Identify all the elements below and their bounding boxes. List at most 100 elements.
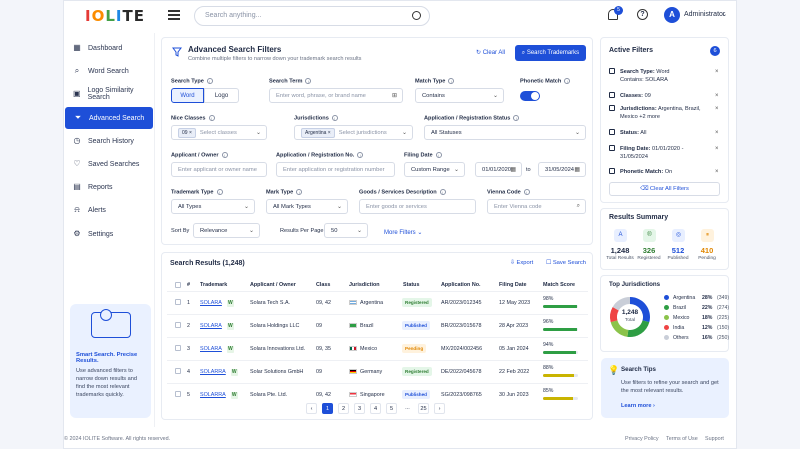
- trademark-link[interactable]: SOLARRA: [200, 369, 226, 375]
- remove-filter-icon[interactable]: ×: [715, 93, 719, 99]
- terms-link[interactable]: Terms of Use: [666, 436, 698, 442]
- col-header-filing-date[interactable]: Filing Date: [499, 282, 527, 288]
- mark-type-select[interactable]: All Mark Types ⌄: [266, 199, 348, 214]
- jurisdiction-chip[interactable]: Argentina ×: [301, 127, 335, 138]
- table-row[interactable]: 4 SOLARRA W Solar Solutions GmbH 09 Germa…: [167, 360, 588, 383]
- avatar[interactable]: A: [664, 7, 680, 23]
- nice-classes-select[interactable]: 09 × Select classes ⌄: [171, 125, 267, 140]
- col-header-appno[interactable]: Application No.: [441, 282, 481, 288]
- page-button[interactable]: 25: [418, 403, 429, 414]
- date-to-input[interactable]: 31/05/2024 ▦: [538, 162, 586, 177]
- sidebar-item-saved-searches[interactable]: ♡ Saved Searches: [64, 153, 155, 175]
- search-trademarks-button[interactable]: ⌕ Search Trademarks: [515, 45, 586, 61]
- jurisdictions-donut-chart: [610, 297, 650, 337]
- sidebar-item-advanced-search[interactable]: ⏷ Advanced Search: [65, 107, 153, 129]
- vienna-input[interactable]: Enter Vienna code ⌕: [487, 199, 586, 214]
- trademark-cell[interactable]: SOLARRA W: [200, 392, 238, 399]
- page-button[interactable]: 3: [354, 403, 365, 414]
- grid-icon: ▦: [73, 43, 81, 52]
- trademark-cell[interactable]: SOLARRA W: [200, 369, 238, 376]
- sidebar-item-alerts[interactable]: ⍾ Alerts: [64, 199, 155, 221]
- match-type-select[interactable]: Contains ⌄: [415, 88, 504, 103]
- col-header-jurisdiction[interactable]: Jurisdiction: [349, 282, 380, 288]
- search-term-input[interactable]: Enter word, phrase, or brand name ⊞: [269, 88, 403, 103]
- save-search-button[interactable]: ☐ Save Search: [546, 260, 586, 266]
- row-checkbox[interactable]: [175, 345, 181, 351]
- date-from-input[interactable]: 01/01/2020 ▦: [475, 162, 522, 177]
- trademark-cell[interactable]: SOLARA W: [200, 346, 234, 353]
- table-row[interactable]: 2 SOLARA W Solara Holdings LLC 09 Brazil …: [167, 314, 588, 337]
- help-icon[interactable]: ?: [637, 9, 648, 20]
- col-header-owner[interactable]: Applicant / Owner: [250, 282, 296, 288]
- goods-input[interactable]: Enter goods or services: [359, 199, 476, 214]
- class-chip[interactable]: 09 ×: [178, 127, 196, 138]
- flag-icon: [349, 300, 357, 306]
- lightbulb-icon: 💡: [608, 365, 620, 375]
- appno-input[interactable]: Enter application or registration number: [276, 162, 395, 177]
- image-search-icon[interactable]: ⊞: [392, 92, 397, 99]
- trademark-cell[interactable]: SOLARA W: [200, 323, 234, 330]
- col-header-trademark[interactable]: Trademark: [200, 282, 227, 288]
- export-button[interactable]: ⇩ Export: [510, 260, 533, 266]
- col-header-status[interactable]: Status: [403, 282, 419, 288]
- trademark-link[interactable]: SOLARA: [200, 300, 222, 306]
- col-header-class[interactable]: Class: [316, 282, 330, 288]
- support-link[interactable]: Support: [705, 436, 724, 442]
- jurisdictions-select[interactable]: Argentina × Select jurisdictions ⌄: [294, 125, 413, 140]
- clear-all-filters-button[interactable]: ⌫ Clear All Filters: [609, 182, 720, 196]
- status-select[interactable]: All Statuses ⌄: [424, 125, 586, 140]
- table-row[interactable]: 1 SOLARA W Solara Tech S.A. 09, 42 Argent…: [167, 291, 588, 314]
- legend-name: India: [673, 325, 685, 331]
- rpp-select[interactable]: 50 ⌄: [324, 223, 368, 238]
- table-row[interactable]: 3 SOLARA W Solara Innovations Ltd. 09, 35…: [167, 337, 588, 360]
- trademark-link[interactable]: SOLARA: [200, 346, 222, 352]
- sort-select[interactable]: Relevance ⌄: [193, 223, 260, 238]
- page-button[interactable]: 5: [386, 403, 397, 414]
- status-badge: Registered: [402, 367, 432, 376]
- tm-type-select[interactable]: All Types ⌄: [171, 199, 255, 214]
- clear-all-link[interactable]: ↻ Clear All: [476, 49, 505, 56]
- page-button[interactable]: 1: [322, 403, 333, 414]
- select-all-checkbox[interactable]: [175, 282, 181, 288]
- phonetic-toggle[interactable]: [520, 91, 540, 101]
- row-checkbox[interactable]: [175, 391, 181, 397]
- sidebar-item-dashboard[interactable]: ▦ Dashboard: [64, 37, 155, 59]
- sidebar-item-logo-search[interactable]: ▣ Logo Similarity Search: [64, 83, 155, 105]
- search-type-word[interactable]: Word: [171, 88, 204, 103]
- row-checkbox[interactable]: [175, 368, 181, 374]
- sidebar-item-search-history[interactable]: ◷ Search History: [64, 130, 155, 152]
- label-text: Application / Registration No.: [276, 152, 355, 159]
- sidebar-item-reports[interactable]: ▤ Reports: [64, 176, 155, 198]
- page-button[interactable]: 4: [370, 403, 381, 414]
- remove-filter-icon[interactable]: ×: [715, 169, 719, 175]
- page-next-button[interactable]: ›: [434, 403, 445, 414]
- remove-filter-icon[interactable]: ×: [715, 146, 719, 152]
- filing-date-cell: 12 May 2023: [499, 300, 531, 306]
- filing-range-select[interactable]: Custom Range ⌄: [404, 162, 465, 177]
- trademark-link[interactable]: SOLARRA: [200, 392, 226, 398]
- chevron-down-icon[interactable]: ⌄: [722, 11, 727, 18]
- sidebar-item-settings[interactable]: ⚙ Settings: [64, 223, 155, 245]
- privacy-policy-link[interactable]: Privacy Policy: [625, 436, 659, 442]
- learn-more-link[interactable]: Learn more ›: [621, 403, 655, 409]
- phonetic-label: Phonetic Match i: [520, 78, 571, 84]
- sidebar-item-word-search[interactable]: ⌕ Word Search: [64, 60, 155, 82]
- col-header-match-score[interactable]: Match Score: [543, 282, 575, 288]
- remove-filter-icon[interactable]: ×: [715, 106, 719, 112]
- applicant-input[interactable]: Enter applicant or owner name: [171, 162, 267, 177]
- more-filters-link[interactable]: More Filters ⌄: [384, 229, 422, 236]
- remove-filter-icon[interactable]: ×: [715, 69, 719, 75]
- user-name[interactable]: Administrator: [684, 11, 725, 18]
- global-search-input[interactable]: Search anything...: [194, 6, 430, 26]
- sidebar-item-label: Logo Similarity Search: [87, 87, 134, 101]
- page-prev-button[interactable]: ‹: [306, 403, 317, 414]
- remove-filter-icon[interactable]: ×: [715, 130, 719, 136]
- page-button[interactable]: 2: [338, 403, 349, 414]
- row-checkbox[interactable]: [175, 299, 181, 305]
- search-type-logo[interactable]: Logo: [204, 88, 239, 103]
- search-icon[interactable]: ⌕: [577, 203, 580, 210]
- menu-icon[interactable]: [168, 10, 180, 20]
- trademark-cell[interactable]: SOLARA W: [200, 300, 234, 307]
- row-checkbox[interactable]: [175, 322, 181, 328]
- trademark-link[interactable]: SOLARA: [200, 323, 222, 329]
